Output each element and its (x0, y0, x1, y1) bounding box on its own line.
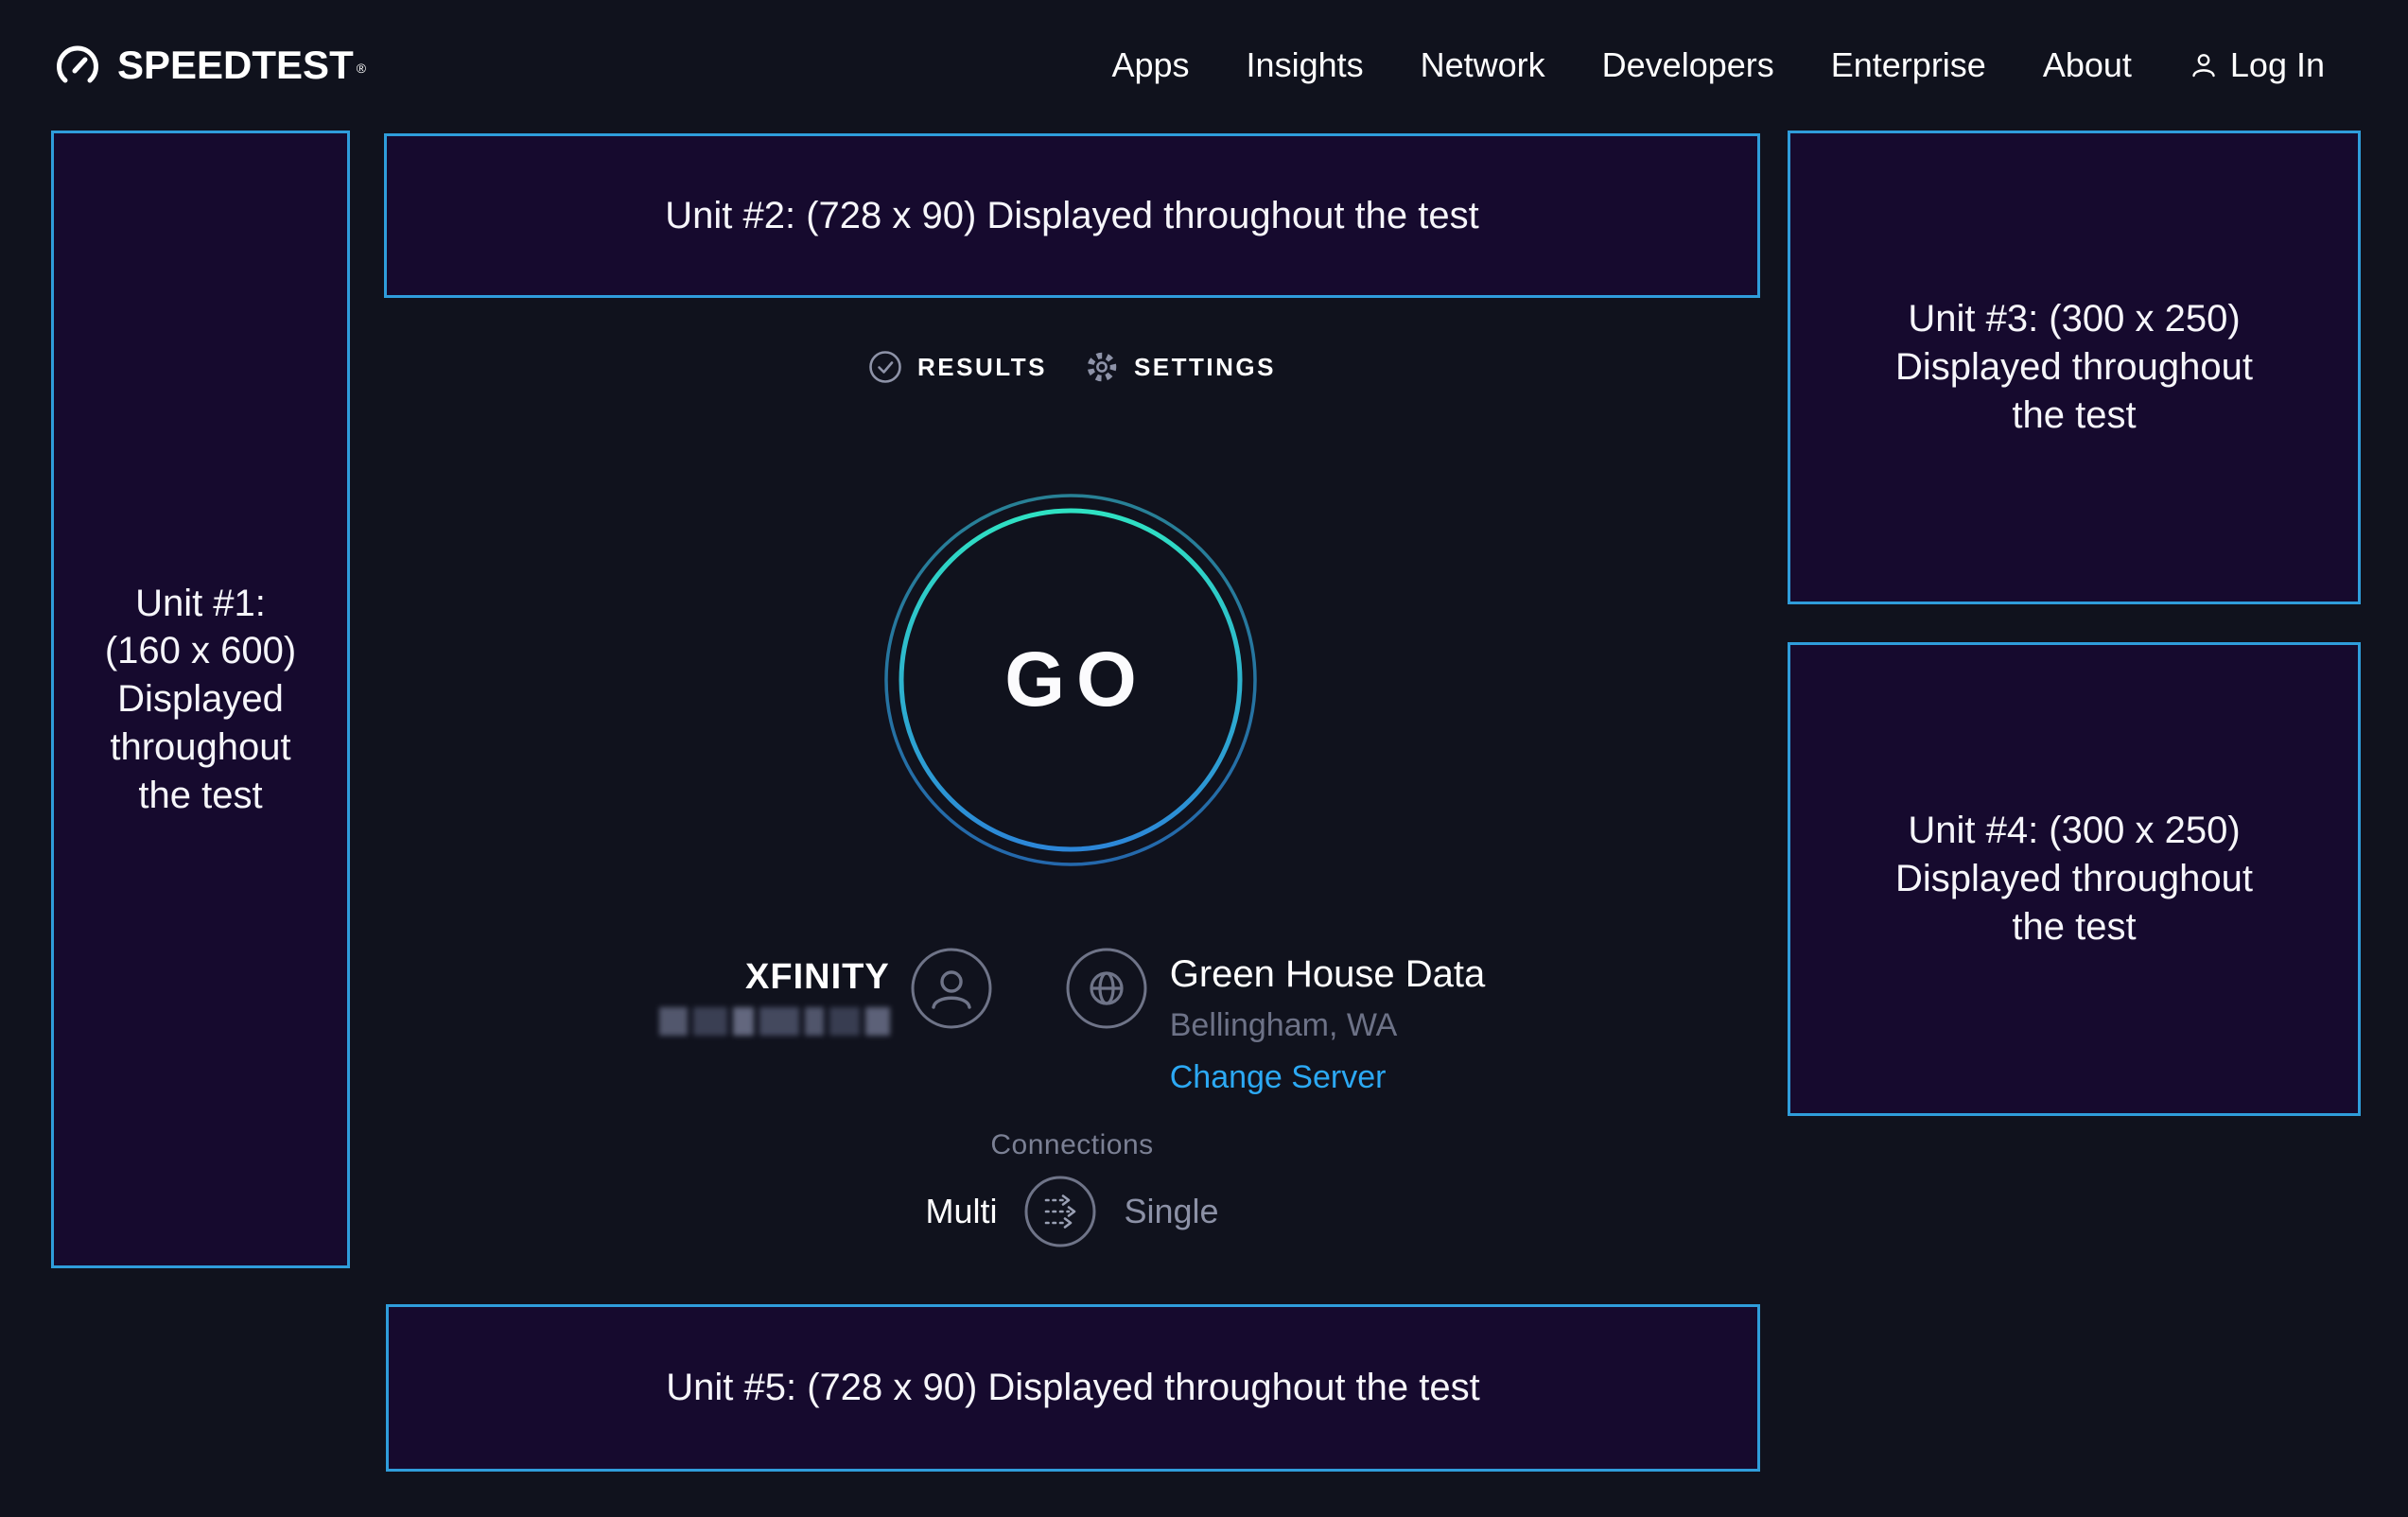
tab-results[interactable]: RESULTS (868, 350, 1047, 384)
nav-item-enterprise[interactable]: Enterprise (1831, 45, 1986, 85)
nav-item-apps[interactable]: Apps (1111, 45, 1189, 85)
ad-unit-1-label: Unit #1: (160 x 600) Displayed throughou… (105, 580, 296, 820)
go-button-label: GO (881, 491, 1260, 869)
nav-item-developers[interactable]: Developers (1602, 45, 1774, 85)
ad-unit-2-label: Unit #2: (728 x 90) Displayed throughout… (665, 192, 1479, 240)
login-button[interactable]: Log In (2189, 45, 2325, 85)
check-circle-icon (868, 350, 902, 384)
connections-toggle-row: Multi Single (384, 1175, 1760, 1248)
nav-item-network[interactable]: Network (1421, 45, 1545, 85)
connections-single-option[interactable]: Single (1124, 1192, 1218, 1231)
connection-info-row: XFINITY Green House Data Bellingham, (384, 948, 1760, 1096)
server-name: Green House Data (1170, 953, 1486, 996)
server-location: Bellingham, WA (1170, 1007, 1486, 1044)
globe-icon (1066, 948, 1147, 1029)
ad-unit-5[interactable]: Unit #5: (728 x 90) Displayed throughout… (386, 1304, 1760, 1472)
ad-unit-5-label: Unit #5: (728 x 90) Displayed throughout… (666, 1364, 1480, 1412)
logo-wordmark: SPEEDTEST (117, 43, 354, 87)
top-nav-bar: SPEEDTEST® Apps Insights Network Develop… (0, 0, 2408, 131)
isp-block: XFINITY (659, 948, 992, 1036)
ad-unit-4-label: Unit #4: (300 x 250) Displayed throughou… (1895, 807, 2253, 950)
main-nav: Apps Insights Network Developers Enterpr… (1111, 45, 2325, 85)
change-server-link[interactable]: Change Server (1170, 1059, 1387, 1096)
connections-label: Connections (384, 1129, 1760, 1161)
isp-user-icon (911, 948, 992, 1029)
connections-multi-option[interactable]: Multi (925, 1192, 997, 1231)
go-button[interactable]: GO (881, 491, 1260, 869)
registered-mark: ® (357, 61, 366, 76)
ad-unit-4[interactable]: Unit #4: (300 x 250) Displayed throughou… (1788, 642, 2361, 1116)
login-label: Log In (2230, 45, 2325, 85)
server-block: Green House Data Bellingham, WA Change S… (1066, 948, 1486, 1096)
tab-results-label: RESULTS (917, 353, 1047, 382)
tab-settings[interactable]: SETTINGS (1085, 350, 1276, 384)
tab-settings-label: SETTINGS (1134, 353, 1276, 382)
nav-item-insights[interactable]: Insights (1247, 45, 1364, 85)
nav-item-about[interactable]: About (2043, 45, 2132, 85)
ip-address-redacted (659, 1007, 890, 1036)
user-icon (2189, 50, 2219, 80)
ad-unit-3-label: Unit #3: (300 x 250) Displayed throughou… (1895, 295, 2253, 439)
results-settings-tabs: RESULTS SETTINGS (384, 337, 1760, 397)
ad-unit-3[interactable]: Unit #3: (300 x 250) Displayed throughou… (1788, 131, 2361, 604)
isp-name: XFINITY (659, 957, 890, 998)
ad-unit-2[interactable]: Unit #2: (728 x 90) Displayed throughout… (384, 133, 1760, 298)
speedtest-logo[interactable]: SPEEDTEST® (53, 41, 366, 90)
gear-icon (1085, 350, 1119, 384)
speedometer-icon (53, 41, 102, 90)
ad-unit-1[interactable]: Unit #1: (160 x 600) Displayed throughou… (51, 131, 350, 1268)
connections-toggle-icon[interactable] (1023, 1175, 1097, 1248)
